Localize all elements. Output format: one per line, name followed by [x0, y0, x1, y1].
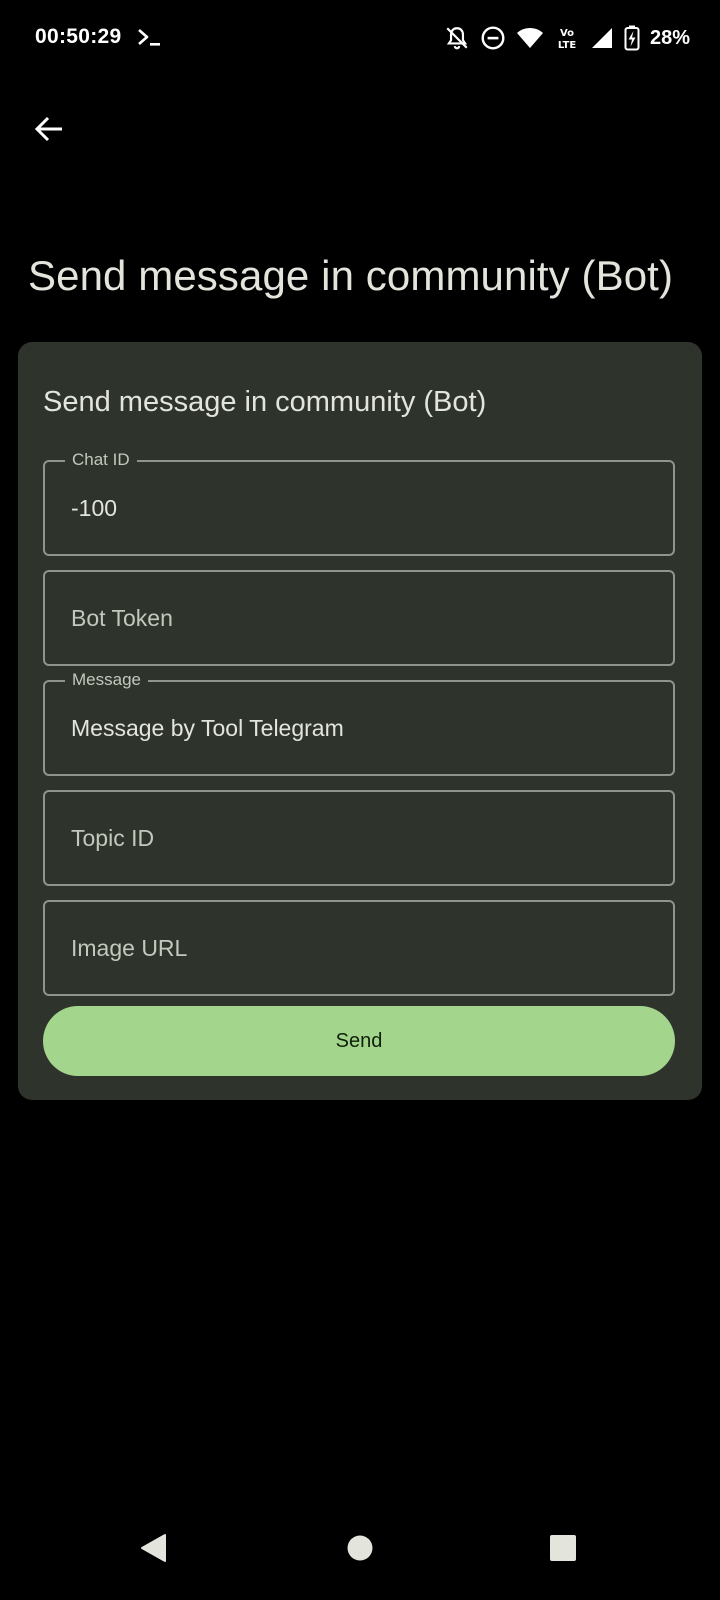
- notifications-off-icon: [444, 25, 470, 51]
- battery-charging-icon: [624, 25, 640, 51]
- message-form-card: Send message in community (Bot) Chat ID …: [18, 342, 702, 1100]
- home-circle-icon: [346, 1534, 374, 1567]
- arrow-back-icon: [33, 113, 65, 150]
- card-title: Send message in community (Bot): [43, 386, 487, 418]
- volte-icon: Vo LTE: [554, 25, 580, 51]
- image-url-field[interactable]: Image URL: [43, 900, 675, 996]
- terminal-icon: [137, 26, 163, 50]
- back-triangle-icon: [139, 1533, 169, 1568]
- svg-text:Vo: Vo: [560, 28, 574, 39]
- signal-icon: [590, 26, 614, 50]
- bot-token-field[interactable]: Bot Token: [43, 570, 675, 666]
- recents-square-icon: [549, 1534, 577, 1567]
- status-time: 00:50:29: [35, 25, 122, 48]
- do-not-disturb-icon: [480, 25, 506, 51]
- nav-back-button[interactable]: [124, 1520, 184, 1580]
- nav-home-button[interactable]: [330, 1520, 390, 1580]
- send-button[interactable]: Send: [43, 1006, 675, 1076]
- nav-recents-button[interactable]: [533, 1520, 593, 1580]
- back-button[interactable]: [26, 108, 72, 154]
- image-url-placeholder: Image URL: [71, 934, 188, 961]
- status-icons: Vo LTE 28%: [444, 22, 690, 54]
- message-value: Message by Tool Telegram: [71, 714, 344, 741]
- wifi-icon: [516, 26, 544, 50]
- bot-token-placeholder: Bot Token: [71, 604, 173, 631]
- chat-id-field[interactable]: Chat ID -100: [43, 450, 675, 556]
- svg-text:LTE: LTE: [558, 40, 577, 51]
- battery-percentage: 28%: [649, 26, 690, 49]
- topic-id-placeholder: Topic ID: [71, 824, 155, 851]
- message-field[interactable]: Message Message by Tool Telegram: [43, 670, 675, 776]
- topic-id-field[interactable]: Topic ID: [43, 790, 675, 886]
- status-bar: 00:50:29 Vo LTE 28%: [0, 0, 720, 78]
- navigation-bar: [0, 1520, 720, 1600]
- page-title: Send message in community (Bot): [28, 252, 674, 299]
- chat-id-value: -100: [71, 494, 118, 521]
